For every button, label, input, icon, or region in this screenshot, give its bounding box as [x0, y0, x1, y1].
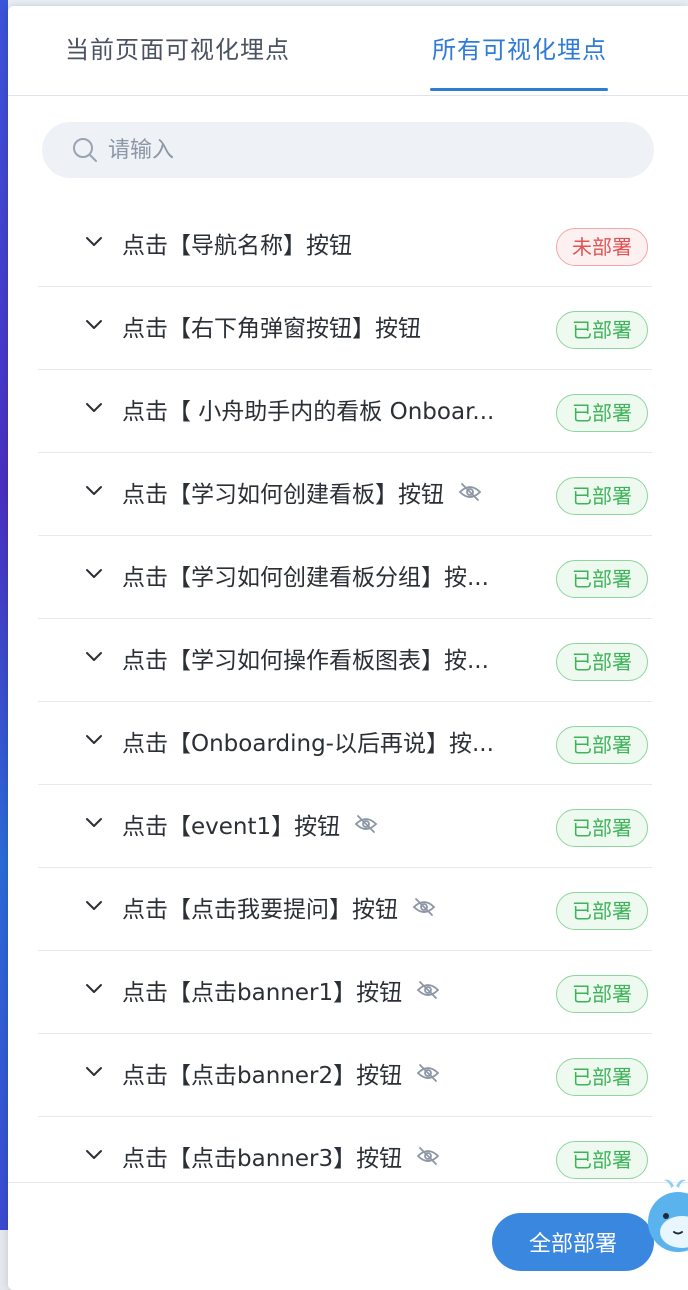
- status-badge: 已部署: [556, 643, 648, 681]
- tracking-point-row[interactable]: 点击【导航名称】按钮 未部署: [38, 204, 652, 287]
- eye-off-icon: [354, 815, 378, 833]
- tracking-point-label: 点击【学习如何创建看板】按钮: [122, 482, 444, 508]
- status-badge: 已部署: [556, 1058, 648, 1096]
- status-badge: 已部署: [556, 394, 648, 432]
- tab-all-points[interactable]: 所有可视化埋点: [432, 30, 607, 65]
- tracking-point-row[interactable]: 点击【点击banner1】按钮 已部署: [38, 951, 652, 1034]
- status-badge: 已部署: [556, 560, 648, 598]
- chevron-down-icon[interactable]: [84, 315, 104, 335]
- tracking-point-label: 点击【右下角弹窗按钮】按钮: [122, 316, 421, 342]
- tracking-point-label-wrap: 点击【导航名称】按钮: [122, 226, 352, 260]
- search-input[interactable]: [108, 122, 628, 178]
- panel-footer: 全部部署: [8, 1182, 688, 1290]
- eye-off-icon: [416, 1064, 440, 1082]
- eye-off-icon: [416, 981, 440, 999]
- tracking-point-label: 点击【学习如何操作看板图表】按...: [122, 648, 489, 674]
- tracking-point-label: 点击【event1】按钮: [122, 814, 341, 840]
- status-badge: 已部署: [556, 726, 648, 764]
- tracking-point-label: 点击【点击banner1】按钮: [122, 980, 403, 1006]
- tracking-point-list: 点击【导航名称】按钮 未部署 点击【右下角弹窗按钮】按钮 已部署 点击【 小舟助手内的看…: [38, 204, 652, 1200]
- status-badge: 未部署: [556, 228, 648, 266]
- tracking-point-label-wrap: 点击【右下角弹窗按钮】按钮: [122, 309, 421, 343]
- tracking-point-label-wrap: 点击【学习如何操作看板图表】按...: [122, 641, 489, 675]
- deploy-all-button[interactable]: 全部部署: [492, 1213, 654, 1271]
- tracking-point-label: 点击【 小舟助手内的看板 Onboar...: [122, 399, 495, 425]
- status-badge: 已部署: [556, 477, 648, 515]
- tracking-point-label-wrap: 点击【 小舟助手内的看板 Onboar...: [122, 392, 494, 426]
- chevron-down-icon[interactable]: [84, 481, 104, 501]
- tracking-point-label-wrap: 点击【点击banner1】按钮: [122, 973, 440, 1007]
- background-page-strip: [0, 0, 8, 1230]
- search-icon: [73, 138, 97, 162]
- eye-off-icon: [412, 898, 436, 916]
- eye-off-icon: [458, 483, 482, 501]
- tracking-point-label-wrap: 点击【学习如何创建看板分组】按...: [122, 558, 489, 592]
- chevron-down-icon[interactable]: [84, 1062, 104, 1082]
- chevron-down-icon[interactable]: [84, 232, 104, 252]
- tracking-point-label-wrap: 点击【点击banner3】按钮: [122, 1139, 440, 1173]
- tracking-point-row[interactable]: 点击【点击我要提问】按钮 已部署: [38, 868, 652, 951]
- chevron-down-icon[interactable]: [84, 896, 104, 916]
- status-badge: 已部署: [556, 809, 648, 847]
- tracking-point-label: 点击【Onboarding-以后再说】按...: [122, 731, 494, 757]
- tracking-point-label: 点击【点击banner3】按钮: [122, 1146, 403, 1172]
- chevron-down-icon[interactable]: [84, 564, 104, 584]
- chevron-down-icon[interactable]: [84, 730, 104, 750]
- status-badge: 已部署: [556, 892, 648, 930]
- eye-off-icon: [416, 1147, 440, 1165]
- chevron-down-icon[interactable]: [84, 979, 104, 999]
- chevron-down-icon[interactable]: [84, 1145, 104, 1165]
- tracking-point-row[interactable]: 点击【学习如何操作看板图表】按... 已部署: [38, 619, 652, 702]
- tracking-point-row[interactable]: 点击【学习如何创建看板】按钮 已部署: [38, 453, 652, 536]
- tracking-point-row[interactable]: 点击【右下角弹窗按钮】按钮 已部署: [38, 287, 652, 370]
- active-tab-indicator: [430, 88, 608, 91]
- tracking-point-row[interactable]: 点击【event1】按钮 已部署: [38, 785, 652, 868]
- search-box: [42, 122, 654, 178]
- tracking-point-label-wrap: 点击【学习如何创建看板】按钮: [122, 475, 482, 509]
- tracking-point-label-wrap: 点击【点击我要提问】按钮: [122, 890, 436, 924]
- tracking-point-label: 点击【点击banner2】按钮: [122, 1063, 403, 1089]
- status-badge: 已部署: [556, 975, 648, 1013]
- tracking-point-row[interactable]: 点击【学习如何创建看板分组】按... 已部署: [38, 536, 652, 619]
- whale-assistant-icon[interactable]: [644, 1176, 688, 1266]
- chevron-down-icon[interactable]: [84, 647, 104, 667]
- status-badge: 已部署: [556, 311, 648, 349]
- tab-bar: 当前页面可视化埋点 所有可视化埋点: [8, 6, 688, 96]
- status-badge: 已部署: [556, 1141, 648, 1179]
- tracking-point-label: 点击【导航名称】按钮: [122, 233, 352, 259]
- tracking-point-label-wrap: 点击【Onboarding-以后再说】按...: [122, 724, 494, 758]
- tracking-point-row[interactable]: 点击【 小舟助手内的看板 Onboar... 已部署: [38, 370, 652, 453]
- tracking-point-label-wrap: 点击【event1】按钮: [122, 807, 378, 841]
- tracking-point-label-wrap: 点击【点击banner2】按钮: [122, 1056, 440, 1090]
- visual-tracking-panel: 当前页面可视化埋点 所有可视化埋点 点击【导航名称】按钮 未部署点击【右下角弹窗按…: [8, 6, 688, 1290]
- tab-current-page-points[interactable]: 当前页面可视化埋点: [65, 30, 290, 65]
- tracking-point-row[interactable]: 点击【Onboarding-以后再说】按... 已部署: [38, 702, 652, 785]
- chevron-down-icon[interactable]: [84, 813, 104, 833]
- tracking-point-row[interactable]: 点击【点击banner2】按钮 已部署: [38, 1034, 652, 1117]
- tracking-point-label: 点击【点击我要提问】按钮: [122, 897, 398, 923]
- tracking-point-label: 点击【学习如何创建看板分组】按...: [122, 565, 489, 591]
- chevron-down-icon[interactable]: [84, 398, 104, 418]
